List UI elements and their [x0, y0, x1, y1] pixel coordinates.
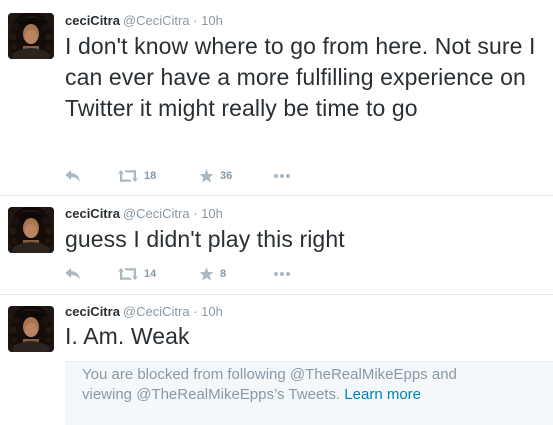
more-icon — [274, 272, 290, 276]
favorite-count: 36 — [220, 170, 233, 182]
reply-icon — [65, 268, 80, 280]
favorite-count: 8 — [220, 268, 227, 280]
tweet-header: ceciCitra @CeciCitra · 10h — [65, 304, 223, 320]
tweet[interactable]: ceciCitra @CeciCitra · 10h guess I didn't… — [0, 196, 553, 294]
avatar-image — [8, 13, 54, 59]
retweet-count: 18 — [144, 170, 157, 182]
user-handle[interactable]: @CeciCitra — [123, 206, 190, 221]
user-name[interactable]: ceciCitra — [65, 13, 120, 28]
retweet-button[interactable]: 18 — [118, 168, 156, 184]
tweet-header: ceciCitra @CeciCitra · 10h — [65, 206, 223, 222]
timestamp[interactable]: 10h — [201, 206, 223, 221]
retweet-icon — [118, 268, 138, 280]
more-icon — [274, 174, 290, 178]
user-handle[interactable]: @CeciCitra — [123, 304, 190, 319]
avatar[interactable] — [8, 207, 54, 253]
retweet-icon — [118, 170, 138, 182]
timestamp[interactable]: 10h — [201, 13, 223, 28]
tweet-actions: 14 8 — [65, 266, 365, 282]
star-icon — [199, 169, 214, 183]
tweet-header: ceciCitra @CeciCitra · 10h — [65, 13, 223, 29]
separator-dot: · — [193, 206, 198, 221]
timestamp[interactable]: 10h — [201, 304, 223, 319]
avatar[interactable] — [8, 306, 54, 352]
reply-button[interactable] — [65, 168, 81, 184]
learn-more-link[interactable]: Learn more — [344, 386, 421, 403]
separator-dot: · — [193, 304, 198, 319]
retweet-count: 14 — [144, 268, 157, 280]
tweet-text: guess I didn't play this right — [65, 226, 345, 252]
blocked-notice-line: viewing @TheRealMikeEpps’s Tweets. Learn… — [82, 385, 553, 405]
reply-icon — [65, 170, 80, 182]
avatar[interactable] — [8, 13, 54, 59]
favorite-button[interactable]: 8 — [199, 266, 226, 282]
tweet-actions: 18 36 — [65, 168, 365, 184]
reply-button[interactable] — [65, 266, 81, 282]
more-button[interactable] — [273, 266, 291, 282]
favorite-button[interactable]: 36 — [199, 168, 232, 184]
blocked-notice-text: viewing @TheRealMikeEpps’s Tweets. — [82, 386, 341, 403]
retweet-button[interactable]: 14 — [118, 266, 156, 282]
tweet-text: I. Am. Weak — [65, 323, 190, 349]
user-name[interactable]: ceciCitra — [65, 304, 120, 319]
avatar-image — [8, 306, 54, 352]
separator-dot: · — [193, 13, 198, 28]
avatar-image — [8, 207, 54, 253]
star-icon — [199, 267, 214, 281]
tweet[interactable]: ceciCitra @CeciCitra · 10h I don't know w… — [0, 0, 553, 195]
blocked-notice: You are blocked from following @TheRealM… — [65, 361, 553, 425]
tweet-text: I don't know where to go from here. Not … — [65, 33, 536, 121]
user-handle[interactable]: @CeciCitra — [123, 13, 190, 28]
blocked-notice-line: You are blocked from following @TheRealM… — [82, 366, 457, 383]
user-name[interactable]: ceciCitra — [65, 206, 120, 221]
more-button[interactable] — [273, 168, 291, 184]
